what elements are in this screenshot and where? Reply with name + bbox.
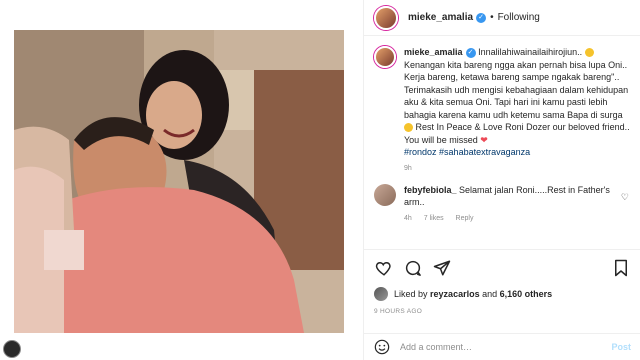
commenter-avatar[interactable] <box>374 183 396 206</box>
comment-item: febyfebiola_ Selamat jalan Roni.....Rest… <box>374 183 631 209</box>
smiling-emoji-icon <box>404 123 413 133</box>
comments-area[interactable]: mieke_amalia ✓ Innalilahiwainailaihirojiu… <box>364 36 640 249</box>
liker-avatar[interactable] <box>374 287 388 301</box>
crying-emoji-icon <box>584 48 594 58</box>
following-button[interactable]: Following <box>498 12 540 23</box>
post-comment-button[interactable]: Post <box>611 342 631 352</box>
heart-icon[interactable] <box>374 258 394 278</box>
post-media-panel <box>0 0 363 360</box>
caption-username[interactable]: mieke_amalia <box>404 47 463 57</box>
liker-username[interactable]: reyzacarlos <box>430 289 480 299</box>
comment-like-heart-icon[interactable]: ♡ <box>621 192 629 203</box>
post-header: mieke_amalia ✓ • Following <box>364 0 640 36</box>
commenter-username[interactable]: febyfebiola_ <box>404 185 457 195</box>
caption-line-2: Kenangan kita bareng ngga akan pernah bi… <box>404 59 629 120</box>
caption-text: mieke_amalia ✓ Innalilahiwainailaihirojiu… <box>404 46 631 159</box>
caption-avatar[interactable] <box>374 46 396 68</box>
hashtag-link[interactable]: #sahabatextravaganza <box>439 147 530 157</box>
action-bar <box>364 249 640 285</box>
likes-summary: Liked by reyzacarlos and 6,160 others <box>374 287 552 301</box>
post-date[interactable]: 9 HOURS AGO <box>374 308 422 315</box>
post-photo-illustration <box>14 30 344 333</box>
comment-input[interactable] <box>400 342 606 352</box>
comment-icon[interactable] <box>403 258 423 278</box>
post-photo[interactable] <box>14 30 344 333</box>
likes-joiner: and <box>482 289 498 299</box>
likes-others[interactable]: 6,160 others <box>500 289 553 299</box>
caption-line-1: Innalilahiwainailaihirojiun.. <box>478 47 583 57</box>
comment-timestamp: 4h <box>404 214 412 222</box>
comment-text: febyfebiola_ Selamat jalan Roni.....Rest… <box>404 184 614 209</box>
share-icon[interactable] <box>432 258 452 278</box>
verified-icon: ✓ <box>476 12 487 23</box>
verified-icon: ✓ <box>465 47 476 58</box>
smile-icon[interactable] <box>374 339 390 355</box>
heart-emoji-icon: ❤ <box>480 134 488 145</box>
likes-prefix: Liked by <box>394 289 428 299</box>
header-separator: • <box>490 12 494 23</box>
caption-line-3: Rest In Peace & Love Roni Dozer our belo… <box>404 122 630 145</box>
caption-timestamp[interactable]: 9h <box>404 165 631 172</box>
caption: mieke_amalia ✓ Innalilahiwainailaihirojiu… <box>374 46 631 159</box>
bookmark-icon[interactable] <box>611 258 631 278</box>
author-username[interactable]: mieke_amalia <box>408 12 473 23</box>
author-avatar[interactable] <box>374 5 398 30</box>
comment-composer: Post <box>364 333 640 360</box>
hashtag-link[interactable]: #rondoz <box>404 147 437 157</box>
comment-likes[interactable]: 7 likes <box>424 215 444 222</box>
comment-meta: 4h 7 likes Reply <box>404 215 631 222</box>
reply-button[interactable]: Reply <box>456 215 474 222</box>
post-side-panel: mieke_amalia ✓ • Following mieke_amalia ✓… <box>363 0 640 360</box>
bottom-avatar[interactable] <box>3 340 21 358</box>
